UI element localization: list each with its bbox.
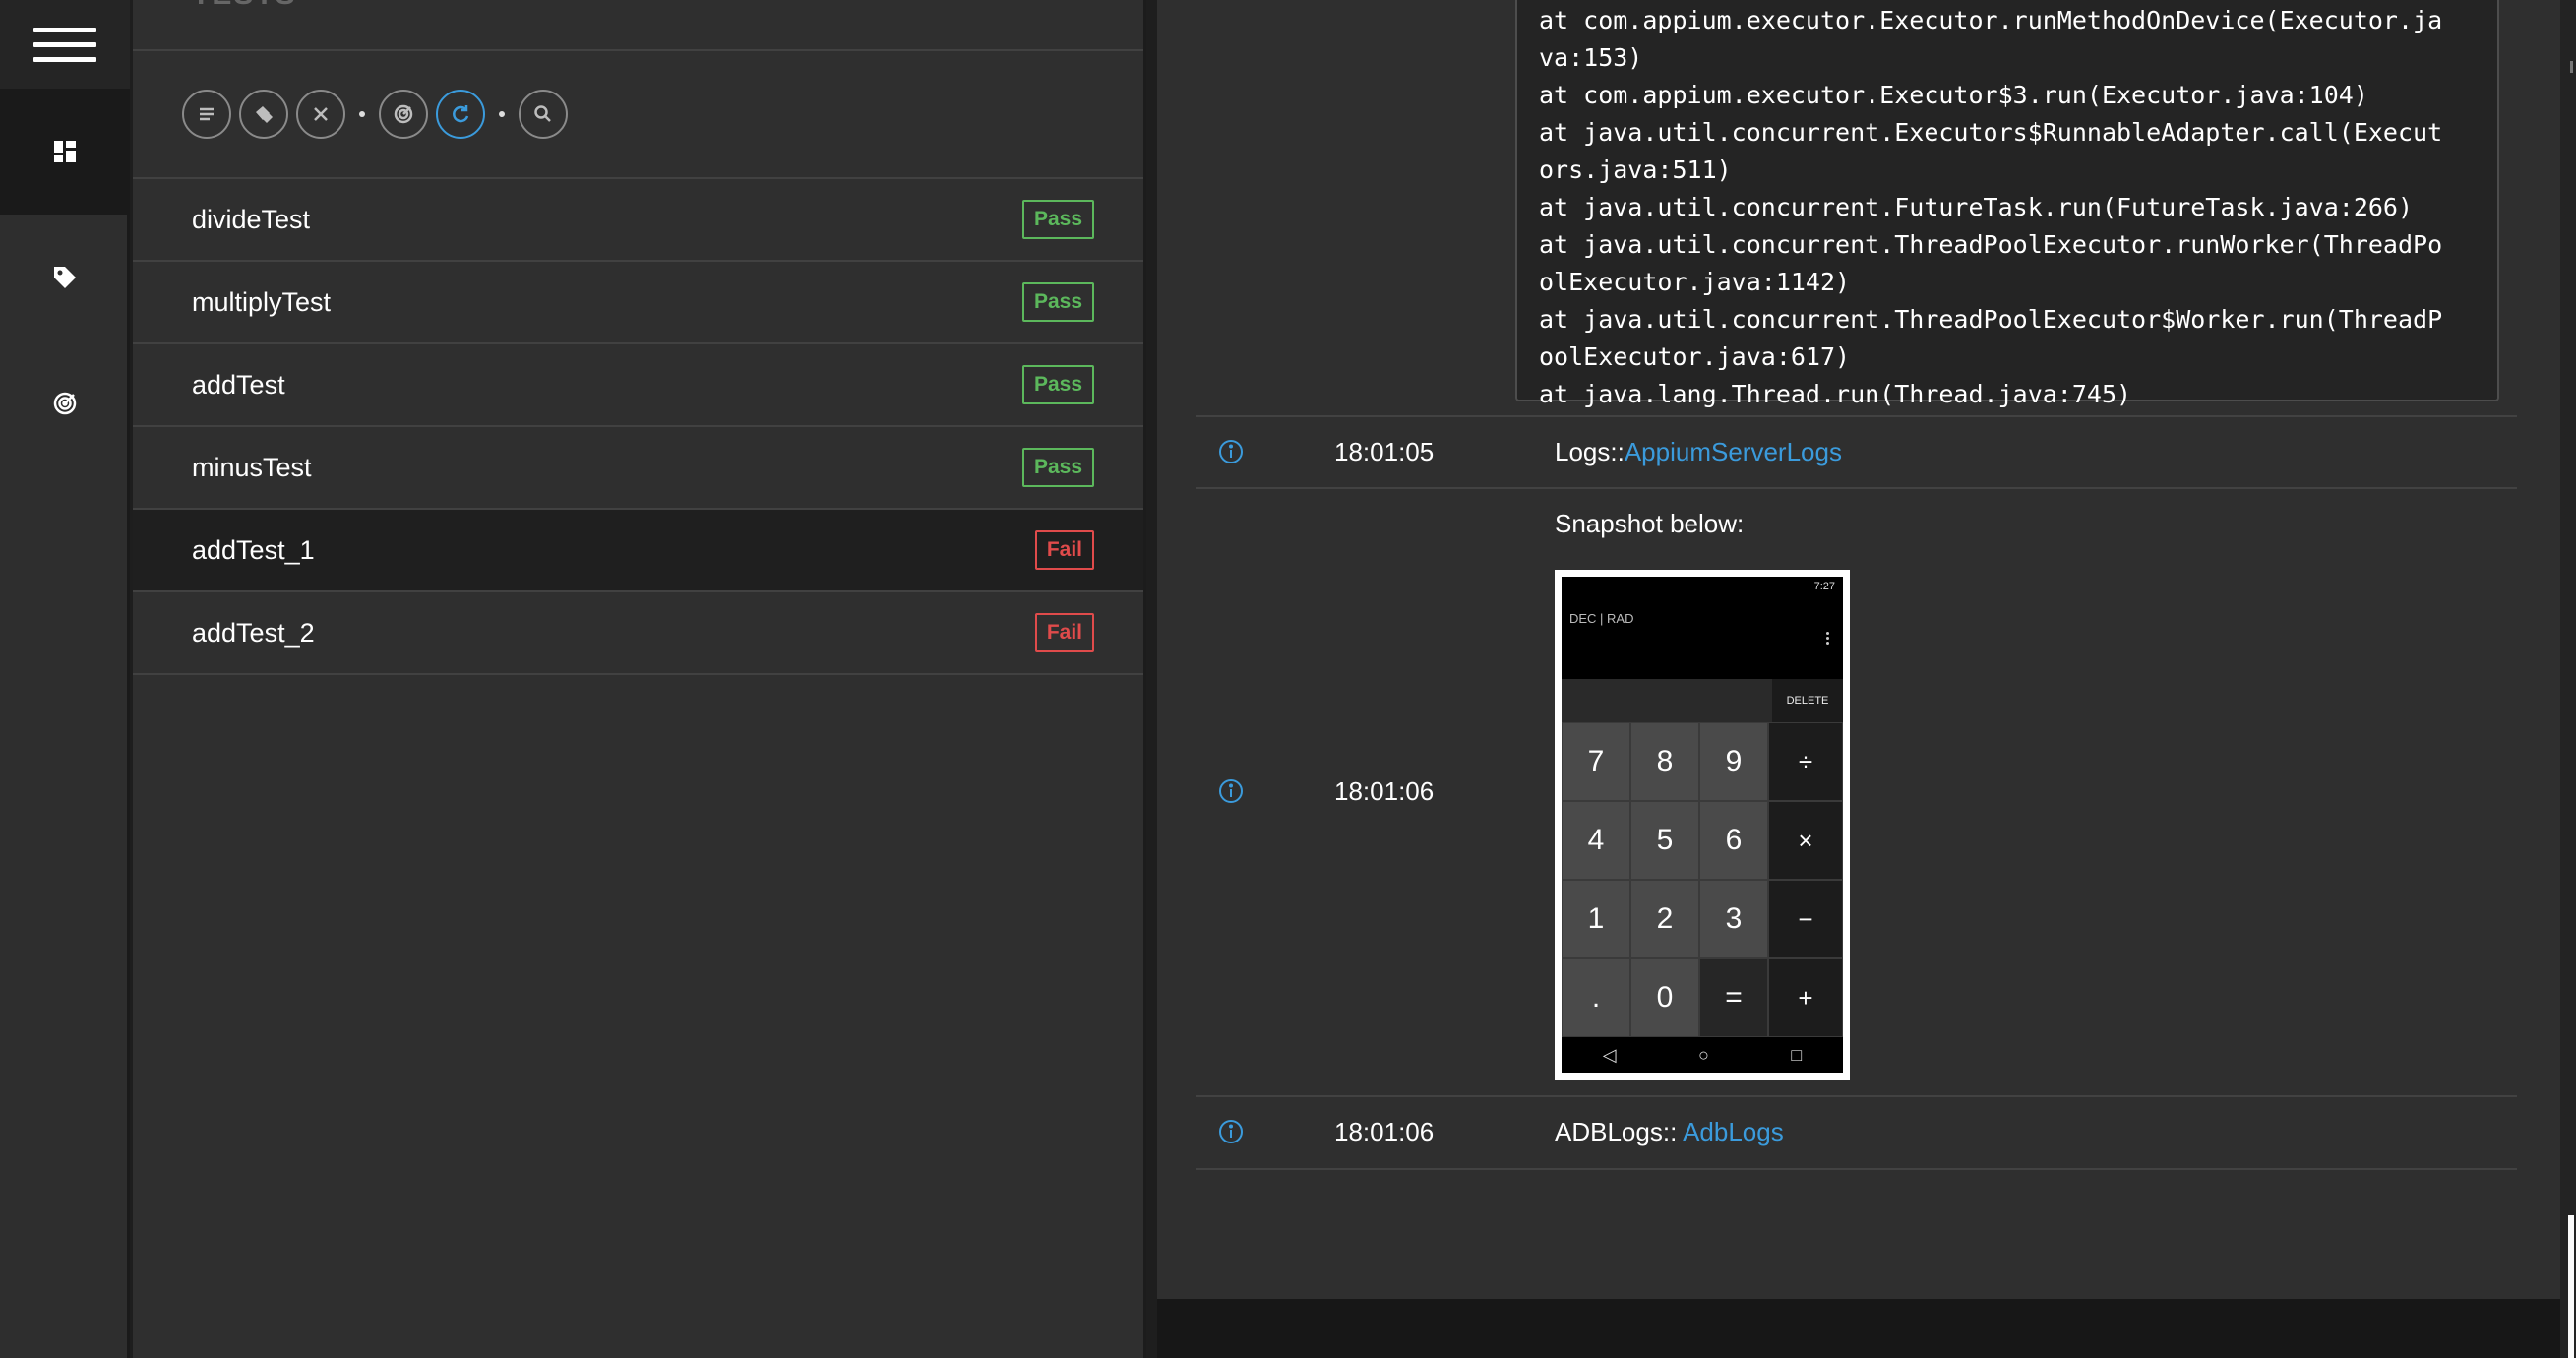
calc-key: = — [1699, 958, 1768, 1037]
overflow-menu-icon — [1826, 632, 1829, 647]
toolbar-search-button[interactable] — [519, 90, 568, 139]
test-row[interactable]: addTest Pass — [133, 344, 1143, 427]
calc-key: 7 — [1562, 722, 1630, 801]
calc-key: 4 — [1562, 801, 1630, 880]
calc-key: . — [1562, 958, 1630, 1037]
scrollbar-thumb[interactable] — [2568, 1215, 2574, 1358]
toolbar-tags-button[interactable] — [239, 90, 288, 139]
stack-trace: at com.appium.executor.Executor.runMetho… — [1515, 0, 2499, 408]
info-icon — [1219, 779, 1243, 803]
hamburger-icon — [33, 18, 96, 72]
test-name: addTest_1 — [192, 534, 315, 565]
test-name: divideTest — [192, 204, 311, 234]
status-badge: Pass — [1021, 365, 1094, 404]
calc-key: 1 — [1562, 880, 1630, 958]
calc-display — [1562, 679, 1772, 722]
log-time: 18:01:06 — [1334, 1117, 1435, 1146]
calc-delete-key: DELETE — [1772, 679, 1843, 722]
calc-key: + — [1768, 958, 1843, 1037]
recents-icon: □ — [1791, 1044, 1803, 1065]
adb-logs-link[interactable]: AdbLogs — [1683, 1117, 1784, 1146]
toolbar-list-button[interactable] — [182, 90, 231, 139]
calc-key: 6 — [1699, 801, 1768, 880]
log-entry: 18:01:06 ADBLogs:: AdbLogs — [1196, 1097, 2517, 1170]
calc-key: 2 — [1630, 880, 1699, 958]
test-row[interactable]: multiplyTest Pass — [133, 262, 1143, 344]
calc-key: 9 — [1699, 722, 1768, 801]
appium-server-logs-link[interactable]: AppiumServerLogs — [1625, 437, 1842, 466]
test-name: minusTest — [192, 452, 312, 482]
hamburger-menu-button[interactable] — [0, 0, 130, 89]
phone-screen: 7:27 DEC | RAD DELETE 7 8 9 ÷ 4 5 6 × 1 … — [1562, 577, 1843, 1073]
log-entry: 18:01:05 Logs::AppiumServerLogs — [1196, 417, 2517, 489]
calc-key: × — [1768, 801, 1843, 880]
info-icon — [1219, 440, 1243, 463]
list-icon — [200, 107, 214, 121]
test-row-selected[interactable]: addTest_1 Fail — [133, 510, 1143, 592]
log-content: Snapshot below: — [1555, 509, 1745, 538]
test-row[interactable]: divideTest Pass — [133, 179, 1143, 262]
log-content: ADBLogs:: AdbLogs — [1555, 1117, 1784, 1147]
toolbar-separator — [359, 111, 365, 117]
clear-icon — [314, 107, 328, 121]
calc-keypad: 7 8 9 ÷ 4 5 6 × 1 2 3 − . 0 = + — [1562, 722, 1843, 1037]
log-time: 18:01:05 — [1334, 437, 1435, 466]
tests-toolbar — [133, 51, 1143, 179]
nav-environment[interactable] — [0, 340, 130, 466]
toolbar-separator — [499, 111, 505, 117]
radar-icon — [53, 392, 77, 415]
tags-icon — [256, 106, 273, 123]
nav-dashboard[interactable] — [0, 89, 130, 215]
toolbar-clear-button[interactable] — [296, 90, 345, 139]
calc-key: 3 — [1699, 880, 1768, 958]
log-content: Logs::AppiumServerLogs — [1555, 437, 1842, 467]
radar-icon — [394, 104, 413, 124]
log-prefix: ADBLogs:: — [1555, 1117, 1684, 1146]
log-prefix: Logs:: — [1555, 437, 1625, 466]
status-badge: Pass — [1021, 200, 1094, 239]
calc-key: ÷ — [1768, 722, 1843, 801]
test-name: addTest_2 — [192, 617, 315, 648]
bottom-bar — [1157, 1299, 2560, 1358]
log-time: 18:01:06 — [1334, 776, 1435, 806]
back-icon: ◁ — [1602, 1044, 1617, 1065]
test-row[interactable]: minusTest Pass — [133, 427, 1143, 510]
tests-panel: TESTS divideTest Pass multiplyTest Pass … — [133, 0, 1146, 1358]
log-entry-snapshot: 18:01:06 Snapshot below: 7:27 DEC | RAD … — [1196, 489, 2517, 1097]
tests-panel-header: TESTS — [133, 0, 1143, 51]
calc-key: 5 — [1630, 801, 1699, 880]
scrollbar[interactable] — [2560, 0, 2576, 1358]
phone-nav-bar: ◁ ○ □ — [1562, 1037, 1843, 1073]
home-icon: ○ — [1698, 1044, 1709, 1065]
test-name: multiplyTest — [192, 286, 332, 317]
test-name: addTest — [192, 369, 285, 400]
status-badge: Fail — [1034, 613, 1094, 652]
info-icon — [1219, 1120, 1243, 1143]
calc-key: 0 — [1630, 958, 1699, 1037]
status-badge: Fail — [1034, 530, 1094, 570]
phone-status-bar: 7:27 — [1813, 581, 1835, 592]
tests-panel-title: TESTS — [192, 0, 297, 12]
calc-mode: DEC | RAD — [1569, 611, 1634, 626]
status-badge: Pass — [1021, 282, 1094, 322]
refresh-icon — [453, 105, 469, 123]
toolbar-refresh-button[interactable] — [436, 90, 485, 139]
calc-key: 8 — [1630, 722, 1699, 801]
nav-tags[interactable] — [0, 215, 130, 340]
status-badge: Pass — [1021, 448, 1094, 487]
device-snapshot[interactable]: 7:27 DEC | RAD DELETE 7 8 9 ÷ 4 5 6 × 1 … — [1555, 570, 1850, 1080]
test-detail-panel: at com.appium.executor.Executor.runMetho… — [1157, 0, 2560, 1299]
toolbar-environment-button[interactable] — [379, 90, 428, 139]
search-icon — [534, 105, 551, 122]
icon-rail — [0, 0, 130, 1358]
tag-icon — [54, 267, 76, 288]
calc-key: − — [1768, 880, 1843, 958]
test-row[interactable]: addTest_2 Fail — [133, 592, 1143, 675]
dashboard-icon — [54, 141, 76, 162]
scrollbar-marker — [2570, 61, 2573, 73]
